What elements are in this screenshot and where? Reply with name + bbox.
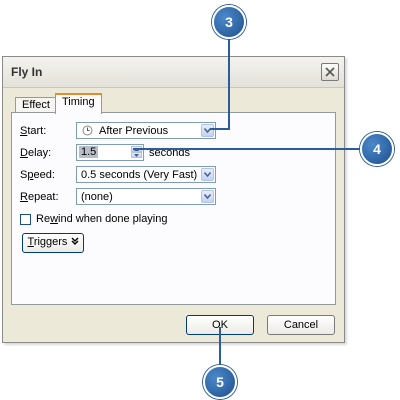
tab-effect[interactable]: Effect	[15, 97, 57, 113]
close-icon	[325, 67, 335, 77]
chevron-down-icon[interactable]	[201, 190, 214, 203]
delay-value[interactable]: 1.5	[79, 146, 99, 158]
rewind-label[interactable]: Rewind when done playing	[36, 213, 168, 225]
start-label: Start:	[20, 125, 47, 137]
cancel-button[interactable]: Cancel	[267, 315, 335, 335]
chevron-down-icon[interactable]	[201, 124, 214, 137]
spin-down-icon[interactable]	[131, 152, 142, 158]
tab-effect-label: Effect	[22, 99, 50, 111]
title-bar[interactable]: Fly In	[3, 57, 344, 88]
callout-5-line	[219, 327, 221, 367]
fly-in-dialog: Fly In Effect Timing Start: After Previo…	[2, 56, 345, 343]
start-value: After Previous	[99, 125, 169, 137]
chevron-down-icon[interactable]	[201, 168, 214, 181]
close-button[interactable]	[321, 63, 339, 81]
callout-4: 4	[360, 132, 394, 166]
callout-3-line-horizontal	[210, 128, 230, 130]
double-chevron-down-icon	[71, 236, 79, 248]
speed-select[interactable]: 0.5 seconds (Very Fast)	[76, 166, 216, 183]
repeat-label: Repeat:	[20, 191, 59, 203]
callout-3: 3	[212, 5, 246, 39]
dialog-title: Fly In	[11, 65, 43, 79]
timing-panel: Start: After Previous Delay: 1.5 seconds…	[11, 112, 336, 305]
delay-label: Delay:	[20, 147, 52, 159]
callout-5: 5	[203, 365, 237, 399]
tab-timing-label: Timing	[62, 96, 95, 108]
cancel-label: Cancel	[283, 319, 319, 331]
callout-3-line-vertical	[228, 38, 230, 130]
clock-icon	[82, 125, 93, 139]
triggers-button[interactable]: Triggers	[22, 233, 84, 253]
speed-value: 0.5 seconds (Very Fast)	[81, 169, 198, 181]
rewind-checkbox[interactable]	[20, 214, 31, 225]
speed-label: Speed:	[20, 169, 55, 181]
triggers-label: Triggers	[27, 236, 68, 248]
tab-timing[interactable]: Timing	[55, 93, 102, 114]
repeat-select[interactable]: (none)	[76, 188, 216, 205]
repeat-value: (none)	[81, 191, 113, 203]
delay-spinner[interactable]: 1.5	[76, 144, 144, 161]
start-select[interactable]: After Previous	[76, 122, 216, 139]
callout-4-line	[133, 148, 360, 150]
